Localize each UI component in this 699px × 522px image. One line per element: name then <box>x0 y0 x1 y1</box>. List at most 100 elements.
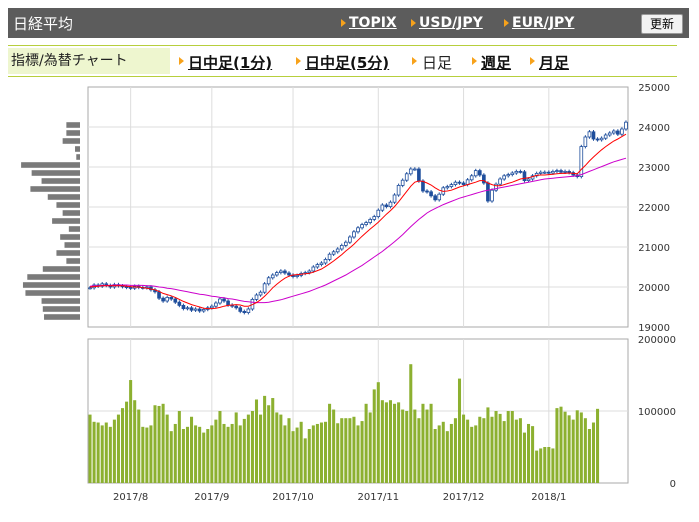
candle-body <box>173 298 178 303</box>
candle-body <box>323 258 328 264</box>
volume-bar <box>336 423 340 483</box>
candle-body <box>201 308 206 312</box>
candle-body <box>161 297 165 302</box>
volume-bar <box>165 414 169 483</box>
volume-bar <box>445 431 449 483</box>
volume-bar <box>332 409 336 483</box>
candle-body <box>218 298 222 304</box>
candle-body <box>234 305 239 309</box>
volume-profile-bar <box>66 122 80 128</box>
candle-body <box>413 168 417 171</box>
volume-bar <box>579 412 583 483</box>
volume-bar <box>510 411 514 483</box>
volume-bar <box>169 431 173 483</box>
candle-body <box>510 172 515 175</box>
volume-bar <box>591 422 596 483</box>
volume-profile-bar <box>76 154 80 160</box>
volume-bar <box>226 426 230 483</box>
candle-body <box>429 191 433 197</box>
volume-bar <box>198 426 202 483</box>
volume-bar <box>328 403 332 483</box>
candle-body <box>502 175 506 180</box>
candle-body <box>128 286 133 289</box>
candle-body <box>210 305 214 309</box>
volume-bar <box>153 405 157 483</box>
candle-body <box>189 307 194 311</box>
volume-bar <box>368 412 372 483</box>
volume-bar <box>295 427 299 483</box>
candle-body <box>449 184 454 188</box>
candle-body <box>506 174 511 177</box>
volume-profile-bar <box>75 146 80 152</box>
volume-bar <box>360 421 364 483</box>
candle-body <box>335 248 340 253</box>
volume-bar <box>441 421 445 483</box>
volume-bar <box>352 416 356 483</box>
candle-body <box>477 170 482 176</box>
volume-bar <box>307 429 311 483</box>
candle-body <box>388 201 393 207</box>
candle-body <box>238 307 243 312</box>
volume-bar <box>238 425 242 483</box>
volume-bar <box>474 425 478 483</box>
candle-body <box>258 291 263 296</box>
x-tick-label: 2017/12 <box>443 492 485 503</box>
price-tick-label: 25000 <box>638 83 670 94</box>
candle-body <box>384 204 389 207</box>
candle-body <box>555 170 559 173</box>
volume-bar <box>376 382 380 483</box>
volume-tick-label: 200000 <box>638 335 676 346</box>
candle-body <box>246 308 251 313</box>
candle-body <box>408 168 413 175</box>
volume-bar <box>559 406 563 483</box>
volume-bar <box>397 402 401 483</box>
volume-bar <box>194 425 198 483</box>
volume-bar <box>466 419 470 483</box>
candle-body <box>473 170 478 177</box>
volume-tick-label: 0 <box>670 479 676 490</box>
candle-body <box>396 184 401 196</box>
candle-body <box>624 121 628 130</box>
volume-profile-bar <box>56 250 80 256</box>
volume-bar <box>311 425 315 483</box>
price-tick-label: 19000 <box>638 323 670 334</box>
volume-bar <box>108 426 112 483</box>
volume-bar <box>181 429 185 483</box>
candle-body <box>404 173 409 181</box>
candle-body <box>563 170 567 173</box>
candle-body <box>319 262 324 266</box>
volume-bar <box>575 410 579 483</box>
candle-body <box>327 253 332 260</box>
candle-body <box>498 178 502 185</box>
volume-bar <box>413 409 417 483</box>
volume-bar <box>409 364 413 483</box>
volume-bar <box>547 447 551 483</box>
candle-body <box>490 189 494 202</box>
candle-body <box>307 270 312 274</box>
volume-profile-bar <box>22 282 80 288</box>
volume-bar <box>551 448 555 483</box>
candle-body <box>603 134 608 139</box>
volume-bar <box>263 395 267 483</box>
volume-bar <box>323 421 328 483</box>
volume-bar <box>303 438 307 483</box>
candle-body <box>522 171 527 182</box>
volume-bar <box>242 418 246 483</box>
volume-bar <box>421 403 425 483</box>
volume-bar <box>433 429 437 483</box>
candle-body <box>287 272 291 276</box>
volume-bar <box>388 400 393 483</box>
candle-body <box>433 195 437 201</box>
volume-bar <box>125 401 129 483</box>
candle-body <box>482 174 486 184</box>
volume-bar <box>380 400 384 483</box>
x-tick-label: 2017/9 <box>194 492 229 503</box>
candle-body <box>579 146 584 178</box>
volume-bar <box>141 426 145 483</box>
candle-body <box>526 178 531 181</box>
candle-body <box>542 171 547 174</box>
candle-body <box>611 130 616 134</box>
candle-body <box>222 298 226 302</box>
volume-bar <box>190 416 194 483</box>
volume-bar <box>490 416 494 483</box>
